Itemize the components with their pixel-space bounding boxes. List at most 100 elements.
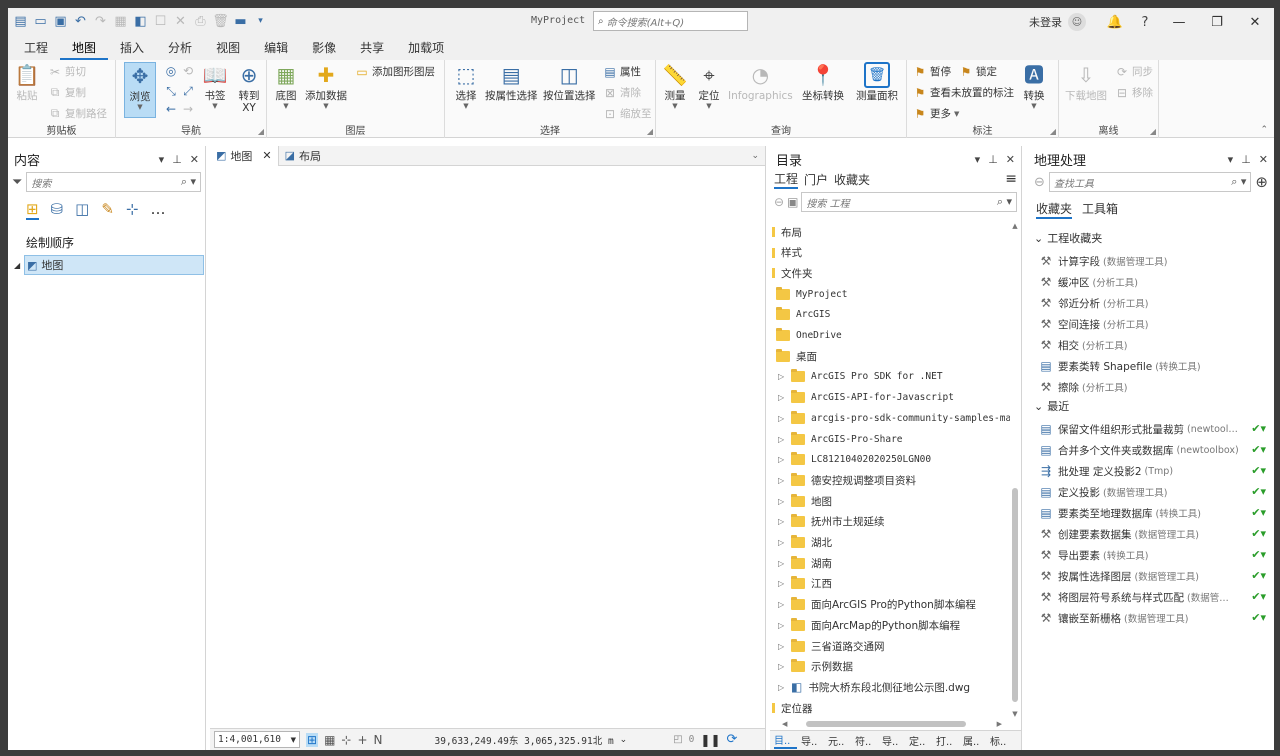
select-button[interactable]: ⬚ 选择 ▼	[453, 62, 479, 110]
tab-map-view[interactable]: ◩ 地图 ✕	[210, 145, 279, 166]
filter-icon[interactable]: ⏷	[12, 175, 22, 190]
catalog-item[interactable]: 桌面	[776, 346, 817, 366]
expand-triangle-icon[interactable]: ▷	[778, 393, 786, 402]
map-add-icon[interactable]: ◧	[132, 13, 149, 30]
dialog-launcher-icon[interactable]: ◢	[258, 127, 264, 136]
tool-item[interactable]: ⇶ 批处理 定义投影2 (Tmp)	[1038, 461, 1258, 481]
catalog-item[interactable]: ▷ ArcGIS-Pro-Share	[778, 429, 903, 449]
tool-search-input[interactable]: 查找工具 ⌕ ▾	[1048, 172, 1252, 192]
dialog-launcher-icon[interactable]: ◢	[1050, 127, 1056, 136]
catalog-item[interactable]: ▷ 江西	[778, 574, 832, 594]
success-check-icon[interactable]: ✔▾	[1251, 422, 1266, 435]
pin-icon[interactable]: ⊥	[988, 153, 998, 166]
add-tool-icon[interactable]: ⊕	[1255, 173, 1268, 191]
pane-options-icon[interactable]: ▾	[975, 153, 981, 166]
delete-icon[interactable]: 🗑	[212, 13, 229, 30]
check-icon[interactable]: ☐	[152, 13, 169, 30]
tool-item[interactable]: ⚒ 计算字段 (数据管理工具)	[1038, 251, 1258, 271]
close-icon[interactable]: ✕	[1006, 153, 1015, 166]
catalog-item[interactable]: 文件夹	[772, 263, 813, 283]
scrollbar-thumb[interactable]	[806, 721, 966, 727]
catalog-bottom-tab[interactable]: 元..	[828, 733, 851, 748]
expand-triangle-icon[interactable]: ▷	[778, 372, 786, 381]
catalog-bottom-tab[interactable]: 目..	[774, 732, 797, 749]
tool-item[interactable]: ⚒ 创建要素数据集 (数据管理工具)	[1038, 524, 1258, 544]
expand-triangle-icon[interactable]: ▷	[778, 579, 786, 588]
catalog-item[interactable]: ▷ ArcGIS Pro SDK for .NET	[778, 367, 943, 387]
catalog-item[interactable]: 定位器	[772, 698, 813, 718]
catalog-item[interactable]: ▷ 面向ArcMap的Python脚本编程	[778, 615, 960, 635]
zoom-to-selection-button[interactable]: ⊡ 缩放至	[603, 106, 652, 121]
expand-triangle-icon[interactable]: ▷	[778, 517, 786, 526]
map-layer-item[interactable]: ◢ ◩ 地图	[14, 255, 204, 275]
attributes-button[interactable]: ▤ 属性	[603, 64, 641, 79]
tab-addins[interactable]: 加载项	[396, 39, 456, 60]
infographics-button[interactable]: ◔ Infographics	[728, 62, 793, 102]
pin-icon[interactable]: ⊥	[172, 153, 182, 166]
scrollbar-thumb[interactable]	[1012, 488, 1018, 702]
discard-icon[interactable]: ✕	[172, 13, 189, 30]
tab-layout-view[interactable]: ◪ 布局	[279, 146, 327, 166]
map-canvas[interactable]	[210, 166, 765, 728]
close-icon[interactable]: ✕	[190, 153, 199, 166]
convert-coordinates-button[interactable]: 📍 坐标转换	[802, 62, 844, 102]
catalog-item[interactable]: ▷ 湖北	[778, 533, 832, 553]
success-check-icon[interactable]: ✔▾	[1251, 611, 1266, 624]
success-check-icon[interactable]: ✔▾	[1251, 464, 1266, 477]
minimize-icon[interactable]: —	[1160, 15, 1198, 30]
list-by-selection-icon[interactable]: ◫	[75, 200, 89, 220]
north-arrow-icon[interactable]: N	[374, 733, 383, 747]
add-graphics-layer-button[interactable]: ▭ 添加图形图层	[355, 64, 435, 79]
expand-triangle-icon[interactable]: ▷	[778, 621, 786, 630]
tool-item[interactable]: ⚒ 镶嵌至新栅格 (数据管理工具)	[1038, 608, 1258, 628]
catalog-bottom-tab[interactable]: 符..	[855, 733, 878, 748]
catalog-item[interactable]: ▷ 湖南	[778, 553, 832, 573]
open-project-icon[interactable]: ▭	[32, 13, 49, 30]
project-favorites-header[interactable]: ⌄ 工程收藏夹	[1034, 230, 1102, 246]
expand-triangle-icon[interactable]: ▷	[778, 435, 786, 444]
paste-button[interactable]: 📋 粘贴	[14, 62, 40, 102]
success-check-icon[interactable]: ✔▾	[1251, 485, 1266, 498]
success-check-icon[interactable]: ✔▾	[1251, 443, 1266, 456]
tab-catalog-project[interactable]: 工程	[774, 170, 799, 189]
success-check-icon[interactable]: ✔▾	[1251, 506, 1266, 519]
catalog-item[interactable]: ▷ LC81210402020250LGN00	[778, 450, 931, 470]
tab-imagery[interactable]: 影像	[300, 39, 348, 60]
login-status[interactable]: 未登录	[1029, 14, 1062, 30]
more-labeling-button[interactable]: ⚑ 更多 ▼	[913, 106, 960, 121]
full-extent-button[interactable]: ◎ ⟲	[164, 64, 195, 78]
tool-item[interactable]: ⚒ 缓冲区 (分析工具)	[1038, 272, 1258, 292]
tab-insert[interactable]: 插入	[108, 39, 156, 60]
close-icon[interactable]: ✕	[1259, 153, 1268, 166]
expand-triangle-icon[interactable]: ▷	[778, 662, 786, 671]
bookmarks-button[interactable]: 📖 书签 ▼	[202, 62, 228, 110]
goto-xy-button[interactable]: ⊕ 转到 XY	[236, 62, 262, 114]
tool-item[interactable]: ▤ 定义投影 (数据管理工具)	[1038, 482, 1258, 502]
scale-selector[interactable]: 1:4,001,610 ▼	[214, 731, 300, 748]
contents-search-input[interactable]: 搜索 ⌕ ▾	[26, 172, 201, 192]
catalog-item[interactable]: ▷ 抚州市土规延续	[778, 512, 885, 532]
catalog-item[interactable]: ▷ 示例数据	[778, 657, 853, 677]
help-icon[interactable]: ?	[1130, 15, 1160, 30]
back-arrow-icon[interactable]: ⊖	[1034, 175, 1045, 190]
catalog-bottom-tab[interactable]: 属..	[963, 733, 986, 748]
pane-options-icon[interactable]: ▾	[1228, 153, 1234, 166]
catalog-item[interactable]: ▷ ArcGIS-API-for-Javascript	[778, 388, 954, 408]
pause-drawing-icon[interactable]: ❚❚	[700, 733, 720, 747]
selected-features-icon[interactable]: ◰	[673, 734, 682, 745]
close-icon[interactable]: ✕	[262, 149, 271, 162]
catalog-item[interactable]: ▷ 面向ArcGIS Pro的Python脚本编程	[778, 595, 976, 615]
recent-header[interactable]: ⌄ 最近	[1034, 398, 1069, 414]
cut-button[interactable]: ✂ 剪切	[48, 64, 86, 79]
success-check-icon[interactable]: ✔▾	[1251, 569, 1266, 582]
list-by-editing-icon[interactable]: ✎	[101, 200, 114, 220]
copy-path-button[interactable]: ⧉ 复制路径	[48, 106, 107, 121]
close-icon[interactable]: ✕	[1236, 15, 1274, 30]
expand-triangle-icon[interactable]: ▷	[778, 455, 786, 464]
catalog-bottom-tab[interactable]: 导..	[801, 733, 824, 748]
fixed-zoom-button[interactable]: ⤡ ⤢	[164, 84, 195, 99]
tab-view[interactable]: 视图	[204, 39, 252, 60]
dialog-launcher-icon[interactable]: ◢	[1150, 127, 1156, 136]
tool-item[interactable]: ⚒ 空间连接 (分析工具)	[1038, 314, 1258, 334]
tab-gp-favorites[interactable]: 收藏夹	[1036, 200, 1073, 219]
